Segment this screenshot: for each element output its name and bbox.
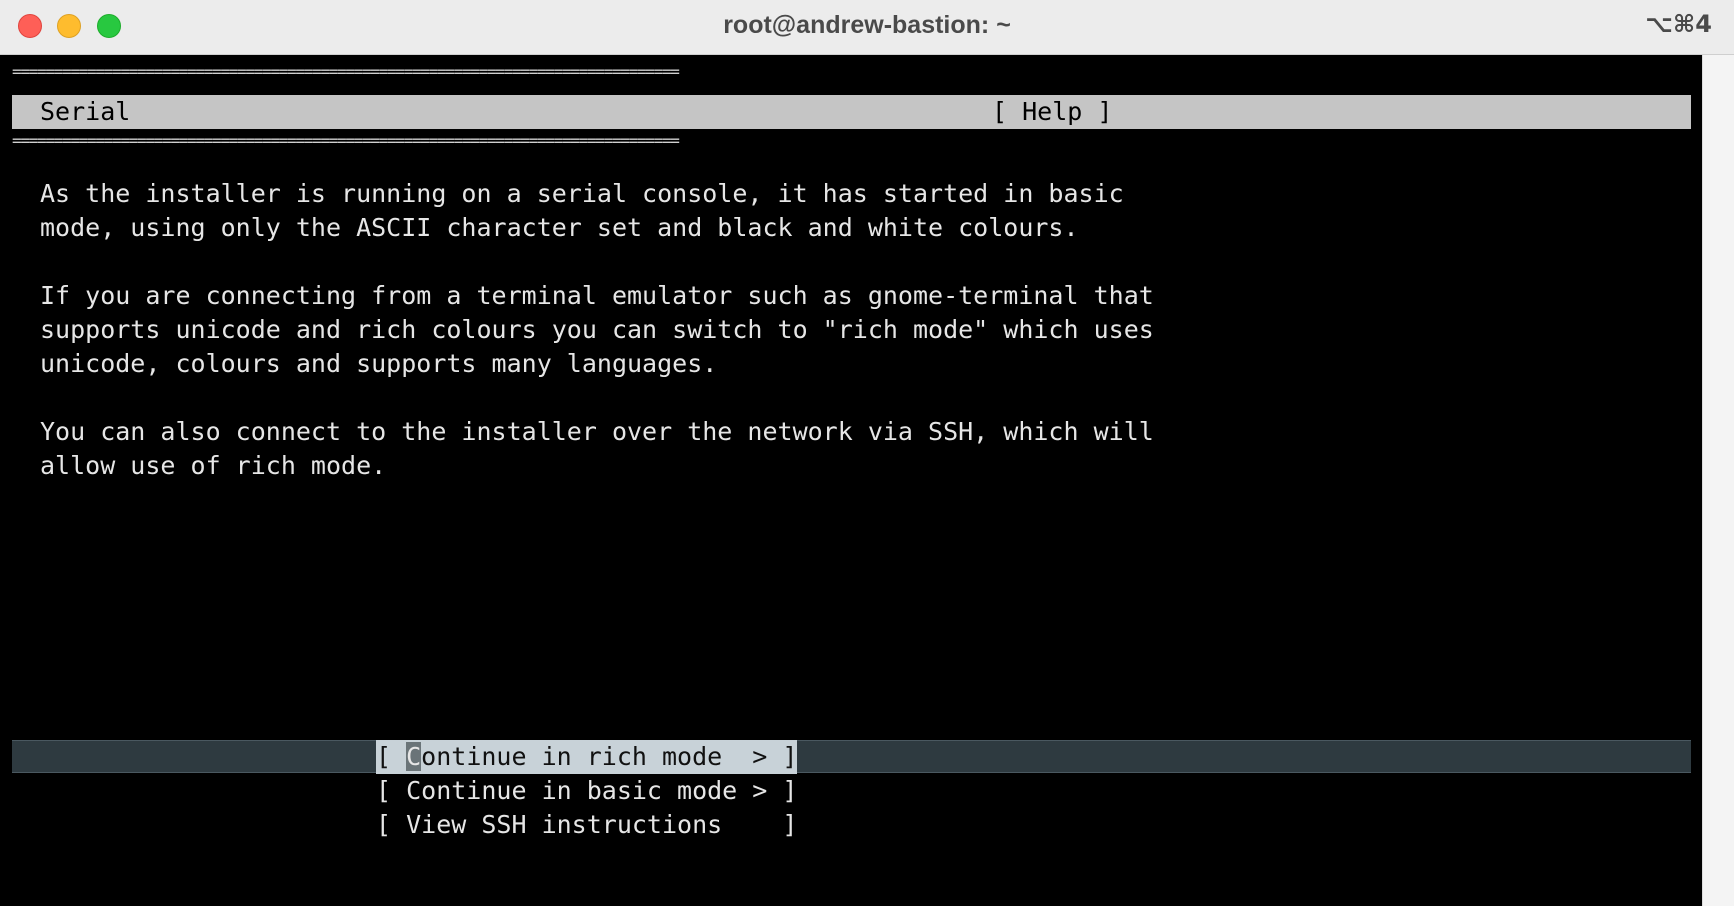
terminal-screen[interactable]: ========================================… <box>0 55 1702 906</box>
option-label: ontinue in rich mode > ] <box>421 742 798 771</box>
window-title: root@andrew-bastion: ~ <box>723 11 1011 39</box>
title-bar[interactable]: root@andrew-bastion: ~ ⌥⌘4 <box>0 0 1734 55</box>
view-ssh-instructions-button[interactable]: [ View SSH instructions ] <box>376 808 797 842</box>
body-text-line: If you are connecting from a terminal em… <box>40 281 1154 310</box>
body-text-line: mode, using only the ASCII character set… <box>40 213 1079 242</box>
terminal-window: root@andrew-bastion: ~ ⌥⌘4 =============… <box>0 0 1734 906</box>
body-text-line: You can also connect to the installer ov… <box>40 417 1154 446</box>
continue-basic-mode-button[interactable]: [ Continue in basic mode > ] <box>376 774 797 808</box>
option-bracket: [ <box>376 742 407 771</box>
text-cursor: C <box>406 742 422 771</box>
continue-rich-mode-button[interactable]: [ Continue in rich mode > ] <box>376 740 798 774</box>
help-button[interactable]: [ Help ] <box>992 95 1112 129</box>
bottom-rule: ========================================… <box>12 131 680 150</box>
body-text-line: As the installer is running on a serial … <box>40 179 1124 208</box>
top-rule: ========================================… <box>12 62 680 81</box>
terminal-scrollbar[interactable] <box>1702 55 1734 906</box>
header-title: Serial <box>40 97 131 126</box>
window-shortcut: ⌥⌘4 <box>1645 10 1712 38</box>
body-text-line: unicode, colours and supports many langu… <box>40 349 718 378</box>
body-text-line: supports unicode and rich colours you ca… <box>40 315 1154 344</box>
installer-header: Serial [ Help ] <box>12 95 1691 129</box>
selected-row-highlight <box>12 740 1691 773</box>
body-text-line: allow use of rich mode. <box>40 451 387 480</box>
